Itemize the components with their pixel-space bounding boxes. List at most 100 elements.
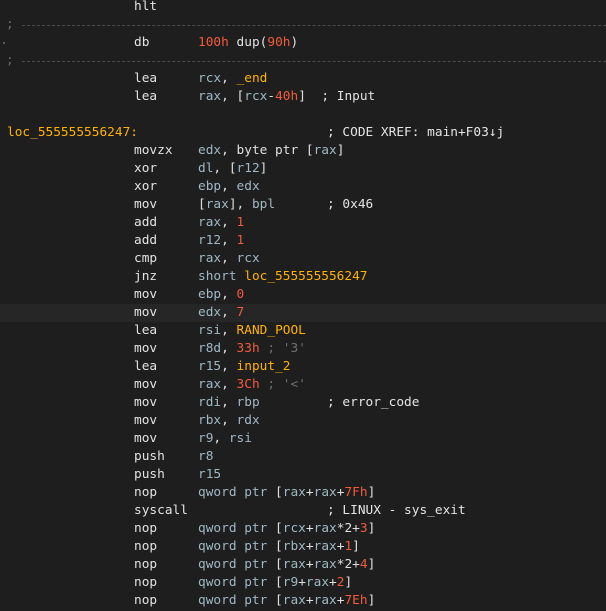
instruction-line[interactable]: add rax, 1 [0,214,606,232]
register[interactable]: dl [198,161,213,176]
operands[interactable]: rax, 3Ch ; '<' [198,376,306,394]
mnemonic[interactable]: nop [134,574,157,592]
operands[interactable]: r15 [198,466,221,484]
register[interactable]: ebp [198,179,221,194]
instruction-line[interactable]: nop qword ptr [rax+rax+7Fh] [0,484,606,502]
instruction-line[interactable]: xor ebp, edx [0,178,606,196]
register[interactable]: r8 [198,449,213,464]
register[interactable]: rax [198,251,221,266]
instruction-line[interactable]: movzx edx, byte ptr [rax] [0,142,606,160]
operands[interactable]: r8 [198,448,213,466]
instruction-line[interactable]: lea rsi, RAND_POOL [0,322,606,340]
register[interactable]: rcx [244,89,267,104]
operands[interactable]: short loc_555555556247 [198,268,368,286]
register[interactable]: rax [314,557,337,572]
operands[interactable]: ebp, edx [198,178,260,196]
mnemonic[interactable]: add [134,232,157,250]
instruction-line[interactable]: mov r8d, 33h ; '3' [0,340,606,358]
mnemonic[interactable]: mov [134,394,157,412]
operands[interactable]: qword ptr [r9+rax+2] [198,574,352,592]
register[interactable]: r9 [198,431,213,446]
mnemonic[interactable]: nop [134,556,157,574]
register[interactable]: rax [283,557,306,572]
mnemonic[interactable]: lea [134,322,157,340]
instruction-line[interactable]: mov [rax], bpl ; 0x46 [0,196,606,214]
instruction-line[interactable]: nop qword ptr [rax+rax*2+4] [0,556,606,574]
operands[interactable]: rsi, RAND_POOL [198,322,306,340]
register[interactable]: rax [198,377,221,392]
xref-comment[interactable]: ; CODE XREF: main+F03↓j [327,124,504,142]
register[interactable]: rsi [198,323,221,338]
mnemonic[interactable]: movzx [134,142,173,160]
mnemonic[interactable]: cmp [134,250,157,268]
symbol-reference[interactable]: RAND_POOL [237,323,306,338]
mnemonic[interactable]: lea [134,70,157,88]
mnemonic[interactable]: add [134,214,157,232]
register[interactable]: rax [314,143,337,158]
register[interactable]: r15 [198,359,221,374]
mnemonic[interactable]: mov [134,304,157,322]
register[interactable]: rax [283,485,306,500]
register[interactable]: r9 [283,575,298,590]
register[interactable]: edx [198,143,221,158]
instruction-line[interactable]: lea r15, input_2 [0,358,606,376]
instruction-line[interactable]: xor dl, [r12] [0,160,606,178]
mnemonic[interactable]: mov [134,340,157,358]
mnemonic[interactable]: push [134,466,165,484]
code-label[interactable]: loc_555555556247: [7,124,138,142]
register[interactable]: rax [314,593,337,608]
register[interactable]: rax [306,575,329,590]
mnemonic[interactable]: mov [134,196,157,214]
operands[interactable]: [rax], bpl [198,196,275,214]
operands[interactable]: qword ptr [rax+rax*2+4] [198,556,375,574]
operands[interactable]: edx, 7 [198,304,244,322]
instruction-line[interactable]: lea rax, [rcx-40h] ; Input [0,88,606,106]
mnemonic[interactable]: mov [134,412,157,430]
mnemonic[interactable]: push [134,448,165,466]
mnemonic[interactable]: xor [134,160,157,178]
instruction-line[interactable]: mov edx, 7 [0,304,606,322]
register[interactable]: rcx [283,521,306,536]
register[interactable]: rax [198,215,221,230]
register[interactable]: rax [198,89,221,104]
register[interactable]: rsi [229,431,252,446]
operands[interactable]: r12, 1 [198,232,244,250]
register[interactable]: rbx [283,539,306,554]
operands[interactable]: 100h dup(90h) [198,34,298,52]
mnemonic[interactable]: lea [134,88,157,106]
register[interactable]: edx [237,179,260,194]
register[interactable]: r15 [198,467,221,482]
register[interactable]: rdi [198,395,221,410]
symbol-reference[interactable]: loc_555555556247 [244,269,367,284]
operands[interactable]: edx, byte ptr [rax] [198,142,344,160]
disassembly-listing[interactable]: hlt; db 100h dup(90h); lea rcx, _end lea rax, … [0,0,606,611]
register[interactable]: r12 [198,233,221,248]
instruction-line[interactable]: nop qword ptr [rax+rax+7Eh] [0,592,606,610]
register[interactable]: rcx [198,71,221,86]
operands[interactable]: qword ptr [rcx+rax*2+3] [198,520,375,538]
instruction-line[interactable]: mov rax, 3Ch ; '<' [0,376,606,394]
instruction-line[interactable]: nop qword ptr [rcx+rax*2+3] [0,520,606,538]
symbol-reference[interactable]: _end [237,71,268,86]
operands[interactable]: r15, input_2 [198,358,290,376]
mnemonic[interactable]: mov [134,430,157,448]
register[interactable]: rax [283,593,306,608]
mnemonic[interactable]: nop [134,520,157,538]
mnemonic[interactable]: mov [134,286,157,304]
operands[interactable]: qword ptr [rbx+rax+1] [198,538,360,556]
operands[interactable]: rbx, rdx [198,412,260,430]
mnemonic[interactable]: nop [134,484,157,502]
register[interactable]: rbx [198,413,221,428]
instruction-line[interactable]: hlt [0,0,606,16]
instruction-line[interactable]: lea rcx, _end [0,70,606,88]
mnemonic[interactable]: nop [134,538,157,556]
instruction-line[interactable]: cmp rax, rcx [0,250,606,268]
register[interactable]: r12 [237,161,260,176]
instruction-line[interactable]: push r15 [0,466,606,484]
instruction-line[interactable]: nop qword ptr [r9+rax+2] [0,574,606,592]
mnemonic[interactable]: hlt [134,0,157,16]
mnemonic[interactable]: xor [134,178,157,196]
instruction-line[interactable]: mov rdi, rbp ; error_code [0,394,606,412]
mnemonic[interactable]: syscall [134,502,188,520]
instruction-line[interactable]: jnz short loc_555555556247 [0,268,606,286]
